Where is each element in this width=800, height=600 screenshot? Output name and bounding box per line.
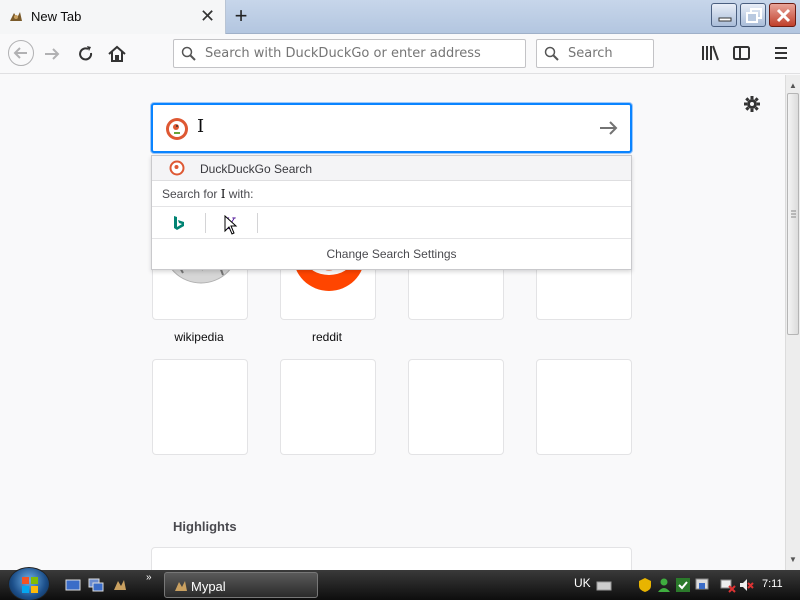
vertical-scrollbar[interactable]: ▲ ▼ — [785, 75, 800, 570]
library-icon — [702, 45, 719, 61]
topsite-label: reddit — [311, 330, 343, 344]
search-icon — [544, 46, 559, 61]
sync-icon[interactable] — [694, 577, 710, 593]
search-bar[interactable] — [536, 39, 654, 68]
scrollbar-thumb[interactable] — [787, 93, 799, 335]
close-icon[interactable]: ✕ — [200, 6, 215, 26]
user-status-icon[interactable] — [656, 577, 672, 593]
forward-button[interactable] — [40, 42, 64, 66]
go-arrow-icon[interactable] — [597, 118, 619, 138]
change-search-settings-button[interactable]: Change Search Settings — [152, 247, 631, 261]
search-for-label: Search for I with: — [162, 187, 253, 201]
home-icon — [108, 45, 126, 62]
switch-windows-icon[interactable] — [88, 577, 104, 593]
back-arrow-icon — [13, 47, 27, 59]
taskbar-button-mypal[interactable]: Mypal — [164, 572, 318, 598]
topsite-tile-empty[interactable] — [536, 359, 632, 455]
restore-button[interactable] — [740, 3, 766, 27]
topsite-tile-empty[interactable] — [152, 359, 248, 455]
newtab-search-box[interactable] — [151, 103, 632, 153]
back-button[interactable] — [8, 40, 34, 66]
language-indicator[interactable]: UK — [574, 576, 591, 590]
system-clock[interactable]: 7:11 — [762, 578, 783, 590]
show-desktop-icon[interactable] — [65, 577, 81, 593]
duckduckgo-icon — [166, 118, 188, 140]
reload-icon — [79, 46, 93, 61]
search-for-prefix: Search for — [162, 187, 221, 201]
address-input[interactable] — [205, 46, 515, 61]
reload-button[interactable] — [74, 42, 98, 66]
windows-logo-icon — [22, 577, 38, 593]
search-input[interactable] — [568, 46, 648, 61]
duckduckgo-icon — [169, 160, 185, 176]
mypal-icon — [175, 581, 187, 591]
topsite-label: wikipedia — [174, 330, 224, 344]
suggestion-duckduckgo[interactable]: DuckDuckGo Search — [152, 156, 631, 181]
start-button[interactable] — [8, 567, 50, 600]
menu-button[interactable] — [772, 44, 790, 65]
page-settings-button[interactable] — [743, 95, 761, 116]
restore-icon — [746, 8, 762, 23]
new-tab-button[interactable]: + — [230, 3, 252, 29]
search-engine-buttons: Y — [152, 206, 631, 239]
engine-separator — [257, 213, 258, 233]
volume-muted-icon[interactable] — [738, 577, 754, 593]
close-window-button[interactable] — [769, 3, 796, 27]
highlights-heading: Highlights — [173, 519, 237, 534]
network-icon[interactable] — [720, 577, 736, 593]
windows-taskbar: » Mypal UK 7:11 — [0, 567, 800, 600]
search-icon — [181, 46, 196, 61]
security-shield-icon[interactable] — [637, 577, 653, 593]
scroll-down-icon[interactable]: ▼ — [789, 555, 797, 564]
minimize-button[interactable] — [711, 3, 737, 27]
mypal-favicon-icon — [10, 12, 22, 21]
close-window-icon — [776, 8, 791, 23]
mouse-cursor-icon — [224, 215, 238, 235]
topsite-tile-empty[interactable] — [408, 359, 504, 455]
engine-separator — [205, 213, 206, 233]
search-for-suffix: with: — [225, 187, 254, 201]
grip-icon — [791, 210, 796, 218]
plus-icon: + — [234, 3, 248, 28]
sidebar-icon — [733, 46, 750, 60]
gear-icon — [744, 96, 760, 112]
topsite-tile-empty[interactable] — [280, 359, 376, 455]
highlight-card[interactable] — [151, 547, 632, 570]
scroll-up-icon[interactable]: ▲ — [789, 81, 797, 90]
forward-arrow-icon — [45, 48, 60, 60]
suggestion-label: DuckDuckGo Search — [200, 162, 313, 176]
quicklaunch-more-icon[interactable]: » — [146, 572, 152, 583]
library-button[interactable] — [700, 44, 720, 65]
home-button[interactable] — [105, 42, 129, 66]
keyboard-icon[interactable] — [596, 577, 612, 593]
tab-title: New Tab — [31, 9, 82, 24]
tab-new-tab[interactable]: New Tab ✕ — [0, 0, 226, 34]
new-tab-page: Ω wikipedia reddit Highlights — [0, 75, 785, 570]
bing-engine-button[interactable] — [169, 213, 189, 233]
green-check-icon[interactable] — [675, 577, 691, 593]
sidebar-toggle-button[interactable] — [732, 44, 752, 65]
search-suggestions-dropdown: DuckDuckGo Search Search for I with: Y — [151, 155, 632, 270]
minimize-icon — [718, 17, 732, 22]
hamburger-menu-icon — [775, 47, 787, 59]
newtab-search-input[interactable] — [197, 116, 577, 137]
nav-toolbar — [0, 34, 800, 74]
taskbar-app-label: Mypal — [191, 579, 226, 594]
tab-strip: New Tab ✕ + — [0, 0, 800, 34]
address-bar[interactable] — [173, 39, 526, 68]
bing-icon — [171, 215, 187, 231]
mypal-quicklaunch-icon[interactable] — [112, 577, 128, 593]
